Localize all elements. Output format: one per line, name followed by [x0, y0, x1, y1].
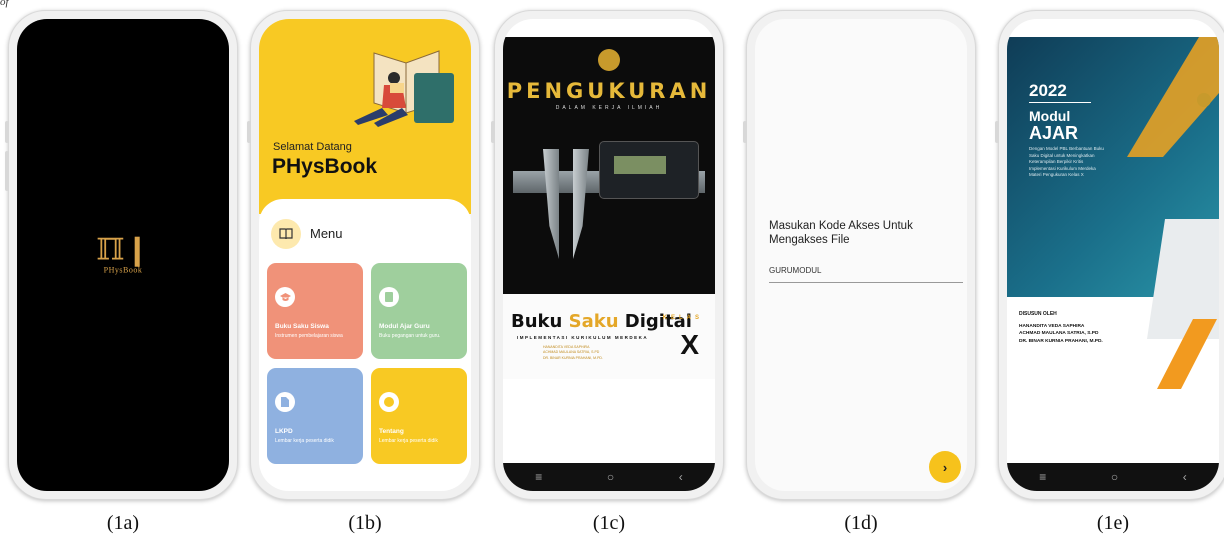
figure-caption: (1c)	[592, 512, 626, 534]
university-crest-icon	[1197, 93, 1211, 107]
access-code-screen: Masukan Kode Akses Untuk Mengakses File …	[755, 19, 967, 491]
home-screen: Selamat Datang PHysBook Menu Buku Saku S…	[259, 19, 471, 491]
card-title: LKPD	[275, 428, 293, 435]
phone-side-button	[743, 121, 747, 143]
document-icon	[275, 392, 295, 412]
caliper-display	[599, 141, 699, 199]
divider	[1029, 102, 1091, 103]
authors-heading: DISUSUN OLEH	[1019, 311, 1057, 317]
phone-frame-home: Selamat Datang PHysBook Menu Buku Saku S…	[247, 10, 480, 500]
access-code-input[interactable]: GURUMODUL	[769, 263, 963, 283]
module-cover-screen: 2022 Modul AJAR Dengan Model PBL Berbant…	[1007, 19, 1219, 491]
figure-caption: (1e)	[1096, 512, 1130, 534]
app-title: PHysBook	[272, 155, 378, 178]
corner-text: of	[0, 0, 9, 8]
home-icon[interactable]: ○	[1111, 470, 1118, 484]
next-button[interactable]: ›	[929, 451, 961, 483]
card-subtitle: Lembar kerja peserta didik	[275, 438, 334, 444]
cover-kelas-value: X	[680, 329, 699, 360]
logo-mark-icon: ℿ❙	[96, 232, 150, 268]
info-icon	[379, 392, 399, 412]
phone-frame-splash: ℿ❙ PHysBook	[5, 10, 238, 500]
cover-kelas-label: KELAS	[662, 315, 703, 321]
recent-apps-icon[interactable]: ≡	[1039, 470, 1046, 484]
access-prompt: Masukan Kode Akses Untuk Mengakses File	[769, 220, 913, 247]
module-label: Modul	[1029, 108, 1071, 124]
card-tentang[interactable]: Tentang Lembar kerja peserta didik	[371, 368, 467, 464]
module-title: AJAR	[1029, 123, 1079, 143]
card-title: Buku Saku Siswa	[275, 323, 329, 330]
cover-book-word: Buku	[511, 311, 563, 332]
phone-frame-module-cover: 2022 Modul AJAR Dengan Model PBL Berbant…	[995, 10, 1224, 500]
university-crest-icon	[598, 49, 620, 71]
phone-side-button	[5, 121, 9, 143]
authors-list: HANANDITA VEDA SAPHIRA ACHMAD MAULANA SA…	[1019, 323, 1103, 345]
cover-authors: HANANDITA VEDA SAPHIRA ACHMAD MAULANA SA…	[543, 345, 603, 360]
card-subtitle: Lembar kerja peserta didik	[379, 438, 438, 444]
figure-caption: (1a)	[106, 512, 140, 534]
android-nav-bar: ≡ ○ ‹	[1007, 463, 1219, 491]
figure-caption: (1d)	[844, 512, 878, 534]
card-subtitle: Instrumen pembelajaran siswa	[275, 333, 343, 339]
phone-side-button	[5, 151, 9, 191]
book-icon	[271, 219, 301, 249]
book-cover-screen: PENGUKURAN DALAM KERJA ILMIAH Buku Saku …	[503, 19, 715, 491]
card-subtitle: Buku pegangan untuk guru.	[379, 333, 441, 339]
back-icon[interactable]: ‹	[1183, 470, 1187, 484]
phone-side-button	[247, 121, 251, 143]
card-modul-ajar-guru[interactable]: Modul Ajar Guru Buku pegangan untuk guru…	[371, 263, 467, 359]
cover-book-word-highlight: Saku	[568, 311, 619, 332]
module-year: 2022	[1029, 81, 1067, 100]
cover-subtitle: DALAM KERJA ILMIAH	[555, 105, 663, 111]
cover-title: PENGUKURAN	[506, 79, 712, 103]
splash-screen: ℿ❙ PHysBook	[17, 19, 229, 491]
author-name: ACHMAD MAULANA SATRIA, S.PD	[1019, 331, 1099, 337]
card-title: Tentang	[379, 428, 404, 435]
recent-apps-icon[interactable]: ≡	[535, 470, 542, 484]
card-lkpd[interactable]: LKPD Lembar kerja peserta didik	[267, 368, 363, 464]
caliper-lcd	[614, 156, 666, 174]
welcome-text: Selamat Datang	[273, 141, 352, 153]
card-buku-saku-siswa[interactable]: Buku Saku Siswa Instrumen pembelajaran s…	[267, 263, 363, 359]
back-icon[interactable]: ‹	[679, 470, 683, 484]
cover-implementasi: IMPLEMENTASI KURIKULUM MERDEKA	[517, 335, 649, 340]
module-description: Dengan Model PBL Berbantuan Buku Saku Di…	[1029, 146, 1104, 178]
phone-side-button	[995, 121, 999, 143]
phone-side-button	[491, 121, 495, 143]
author-name: DR. BINAR KURNIA PRAHANI, M.PD.	[1019, 338, 1103, 344]
figure-caption: (1b)	[348, 512, 382, 534]
phone-frame-access-code: Masukan Kode Akses Untuk Mengakses File …	[743, 10, 976, 500]
book-icon	[379, 287, 399, 307]
graduation-cap-icon	[275, 287, 295, 307]
android-nav-bar: ≡ ○ ‹	[503, 463, 715, 491]
reading-person-illustration	[354, 50, 454, 127]
home-icon[interactable]: ○	[607, 470, 614, 484]
logo-brand-text: PHysBook	[103, 265, 143, 275]
phone-frame-book-cover: PENGUKURAN DALAM KERJA ILMIAH Buku Saku …	[491, 10, 724, 500]
author-name: HANANDITA VEDA SAPHIRA	[1019, 324, 1085, 329]
card-title: Modul Ajar Guru	[379, 323, 430, 330]
menu-label: Menu	[310, 226, 343, 241]
app-logo: ℿ❙ PHysBook	[96, 232, 150, 275]
